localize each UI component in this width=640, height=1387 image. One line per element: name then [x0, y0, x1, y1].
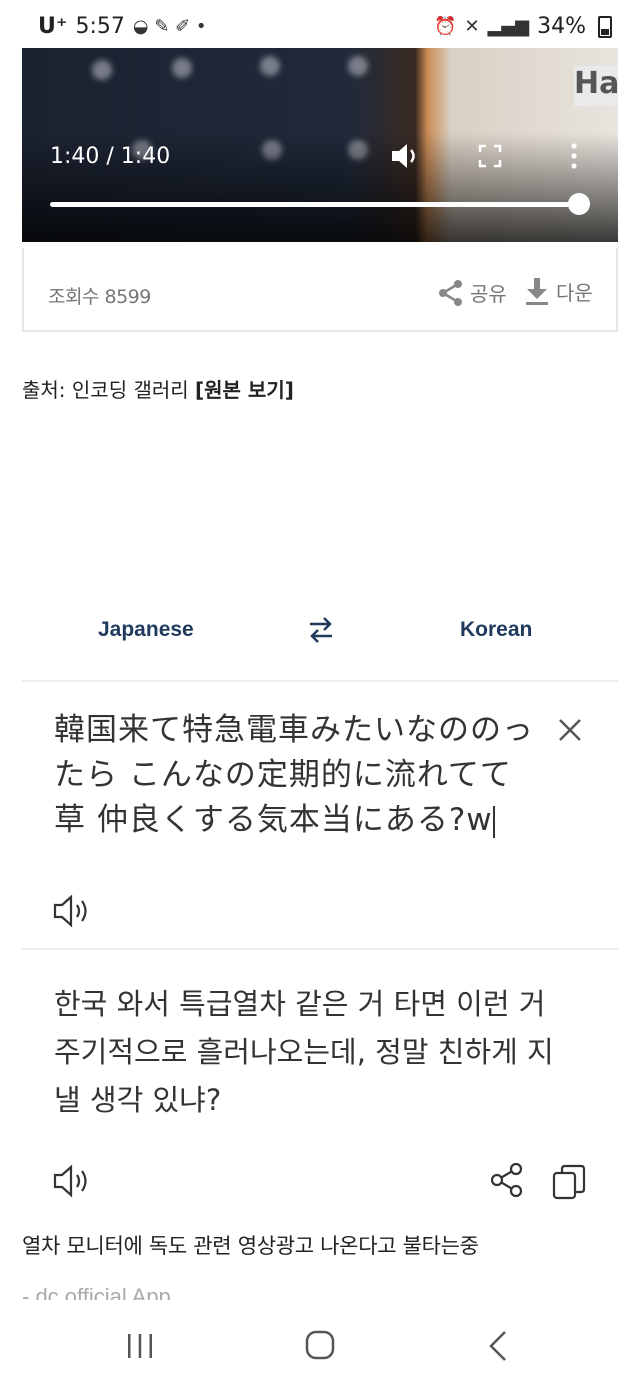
download-button[interactable]: 다운 — [524, 276, 593, 306]
text-cursor — [492, 805, 495, 838]
speaker-icon — [53, 1164, 87, 1198]
language-bar: Japanese Korean — [22, 600, 618, 670]
signal-icon: ▂▄▆ — [487, 16, 530, 37]
view-count: 조회수 8599 — [48, 286, 151, 308]
source-prefix: 출처: 인코딩 갤러리 — [22, 378, 196, 402]
source-line: 출처: 인코딩 갤러리 [원본 보기] — [22, 374, 294, 403]
share-icon — [490, 1162, 523, 1198]
more-options-icon[interactable] — [568, 142, 580, 170]
source-text-content: 韓国来て特急電車みたいなののったら こんなの定期的に流れてて 草 仲良くする気本… — [54, 712, 534, 838]
video-time: 1:40 / 1:40 — [50, 144, 171, 169]
speaker-icon — [53, 894, 87, 928]
status-left: U⁺ 5:57 ◒ ✎ ✐ • — [38, 14, 207, 39]
share-button[interactable]: 공유 — [438, 278, 507, 307]
swap-languages-icon — [310, 617, 332, 643]
copy-icon — [552, 1164, 586, 1200]
fullscreen-icon[interactable] — [478, 144, 502, 168]
alarm-icon: ⏰ — [434, 16, 457, 37]
status-right: ⏰ ✕ ▂▄▆ 34% — [434, 14, 612, 39]
share-icon — [439, 279, 462, 306]
battery-percent: 34% — [537, 14, 586, 39]
recent-apps-icon[interactable] — [126, 1332, 154, 1360]
clear-icon — [559, 719, 581, 741]
notification-icons: ◒ ✎ ✐ • — [132, 16, 207, 37]
divider — [22, 680, 618, 682]
source-language: Japanese — [98, 618, 194, 641]
clock: 5:57 — [75, 14, 125, 39]
post-caption: 열차 모니터에 독도 관련 영상광고 나온다고 불타는중 — [22, 1234, 479, 1258]
mute-icon: ✕ — [464, 16, 480, 37]
home-icon[interactable] — [305, 1330, 335, 1360]
carrier-label: U⁺ — [38, 14, 68, 39]
share-label: 공유 — [470, 282, 507, 306]
volume-icon[interactable] — [390, 142, 422, 170]
source-text: 韓国来て特急電車みたいなののったら こんなの定期的に流れてて 草 仲良くする気本… — [54, 708, 544, 843]
video-bokeh — [348, 56, 368, 76]
video-player[interactable]: Ha 1:40 / 1:40 — [22, 48, 618, 242]
divider — [22, 948, 618, 950]
video-bokeh — [260, 56, 280, 76]
video-meta: 조회수 8599 공유 다운 — [22, 248, 618, 332]
video-bokeh — [92, 60, 112, 80]
video-background-sign: Ha — [574, 66, 618, 106]
video-bokeh — [172, 58, 192, 78]
battery-icon — [598, 15, 612, 38]
back-icon[interactable] — [488, 1330, 508, 1362]
view-original-link[interactable]: [원본 보기] — [195, 378, 294, 402]
download-label: 다운 — [556, 280, 593, 305]
download-icon — [526, 278, 548, 305]
seek-bar[interactable] — [50, 202, 580, 207]
seek-handle[interactable] — [568, 193, 590, 215]
target-language: Korean — [460, 618, 533, 641]
navigation-bar — [0, 1300, 640, 1387]
translated-text: 한국 와서 특급열차 같은 거 타면 이런 거 주기적으로 흘러나오는데, 정말… — [54, 987, 554, 1117]
